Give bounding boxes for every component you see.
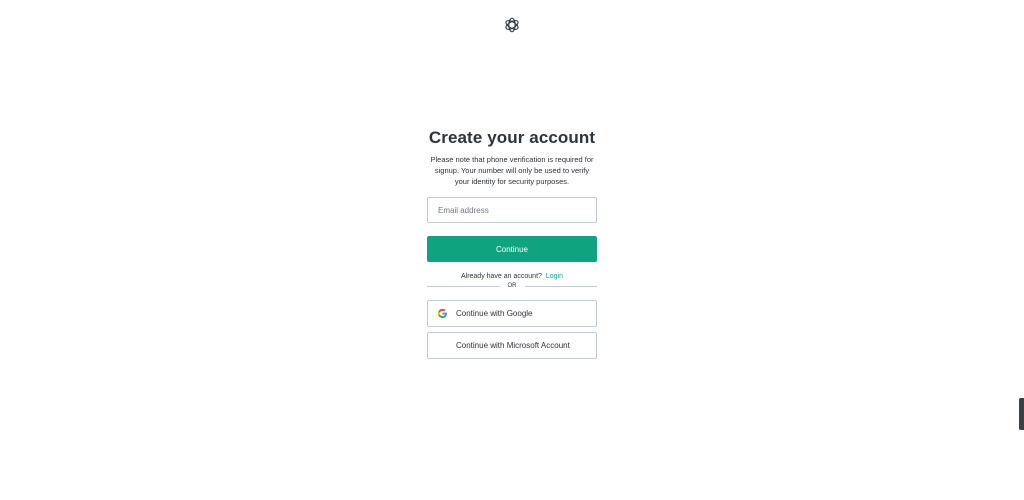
- or-divider: OR: [427, 283, 597, 289]
- continue-with-microsoft-button[interactable]: Continue with Microsoft Account: [427, 332, 597, 359]
- google-button-label: Continue with Google: [456, 309, 533, 318]
- login-link[interactable]: Login: [546, 273, 563, 280]
- phone-verification-notice: Please note that phone verification is r…: [430, 155, 594, 186]
- divider-text: OR: [507, 283, 517, 289]
- signup-page: Create your account Please note that pho…: [0, 0, 1024, 500]
- continue-button[interactable]: Continue: [427, 236, 597, 262]
- microsoft-icon: [437, 340, 448, 351]
- google-icon: [437, 308, 447, 319]
- login-prompt-row: Already have an account? Login: [427, 273, 597, 280]
- signup-card: Create your account Please note that pho…: [427, 128, 597, 359]
- continue-with-google-button[interactable]: Continue with Google: [427, 300, 597, 327]
- divider-line-left: [427, 285, 500, 287]
- email-field[interactable]: [428, 198, 596, 222]
- divider-line-right: [524, 285, 597, 287]
- email-field-wrapper: [427, 197, 597, 223]
- login-prompt-text: Already have an account?: [460, 273, 542, 280]
- openai-logo-icon: [505, 17, 519, 33]
- page-title: Create your account: [428, 128, 596, 147]
- microsoft-button-label: Continue with Microsoft Account: [456, 341, 570, 350]
- side-feedback-tab[interactable]: [1019, 398, 1024, 430]
